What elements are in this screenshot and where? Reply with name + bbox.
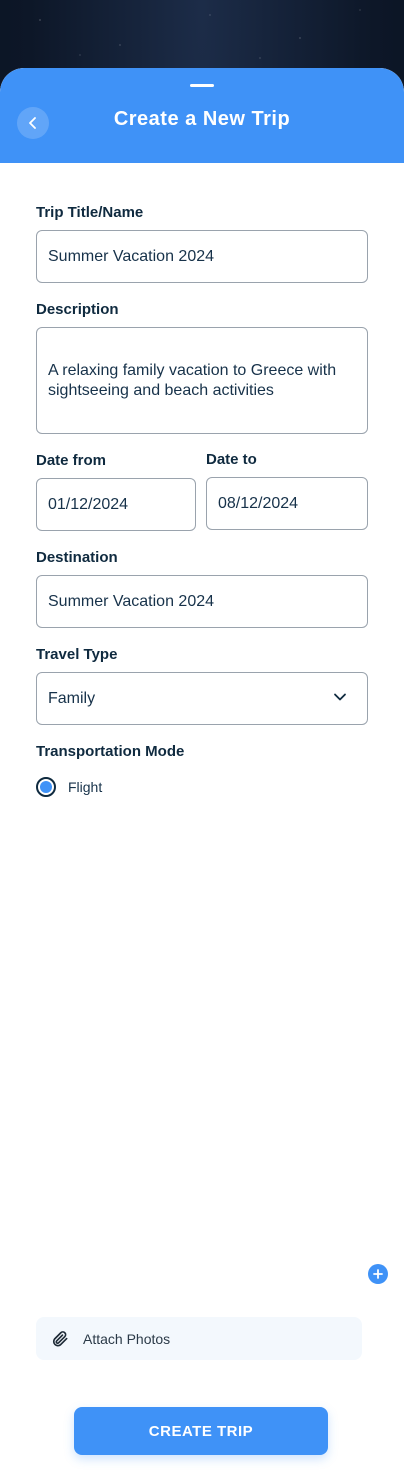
date-to-value: 08/12/2024 xyxy=(218,494,299,512)
travel-type-select[interactable]: Family xyxy=(36,672,368,725)
transportation-mode-label: Transportation Mode xyxy=(36,743,185,760)
travel-type-value: Family xyxy=(48,689,96,707)
attach-photos-button[interactable]: Attach Photos xyxy=(36,1317,362,1360)
date-from-label: Date from xyxy=(36,452,107,469)
flight-radio-label[interactable]: Flight xyxy=(68,779,102,795)
destination-value: Summer Vacation 2024 xyxy=(48,592,215,610)
create-trip-sheet: Create a New Trip Trip Title/Name Summer… xyxy=(0,68,404,1477)
trip-title-input[interactable]: Summer Vacation 2024 xyxy=(36,230,368,283)
page-title: Create a New Trip xyxy=(113,108,291,130)
paperclip-icon xyxy=(52,1330,68,1346)
date-from-input[interactable]: 01/12/2024 xyxy=(36,478,196,531)
drag-handle[interactable] xyxy=(190,84,214,87)
date-from-value: 01/12/2024 xyxy=(48,495,129,513)
chevron-down-icon xyxy=(334,693,346,701)
trip-title-label: Trip Title/Name xyxy=(36,204,144,221)
radio-selected-dot xyxy=(40,781,52,793)
flight-radio[interactable] xyxy=(36,777,56,797)
description-label: Description xyxy=(36,301,119,318)
sheet-header: Create a New Trip xyxy=(0,68,404,163)
description-value: A relaxing family vacation to Greece wit… xyxy=(48,362,337,399)
travel-type-label: Travel Type xyxy=(36,646,118,663)
trip-title-value: Summer Vacation 2024 xyxy=(48,247,215,265)
description-textarea[interactable]: A relaxing family vacation to Greece wit… xyxy=(36,327,368,434)
destination-label: Destination xyxy=(36,549,118,566)
plus-icon xyxy=(373,1269,383,1279)
create-trip-button[interactable]: CREATE TRIP xyxy=(74,1407,328,1455)
destination-input[interactable]: Summer Vacation 2024 xyxy=(36,575,368,628)
date-to-input[interactable]: 08/12/2024 xyxy=(206,477,368,530)
date-to-label: Date to xyxy=(206,451,257,468)
attach-photos-label: Attach Photos xyxy=(83,1330,171,1347)
add-photo-button[interactable] xyxy=(368,1264,388,1284)
